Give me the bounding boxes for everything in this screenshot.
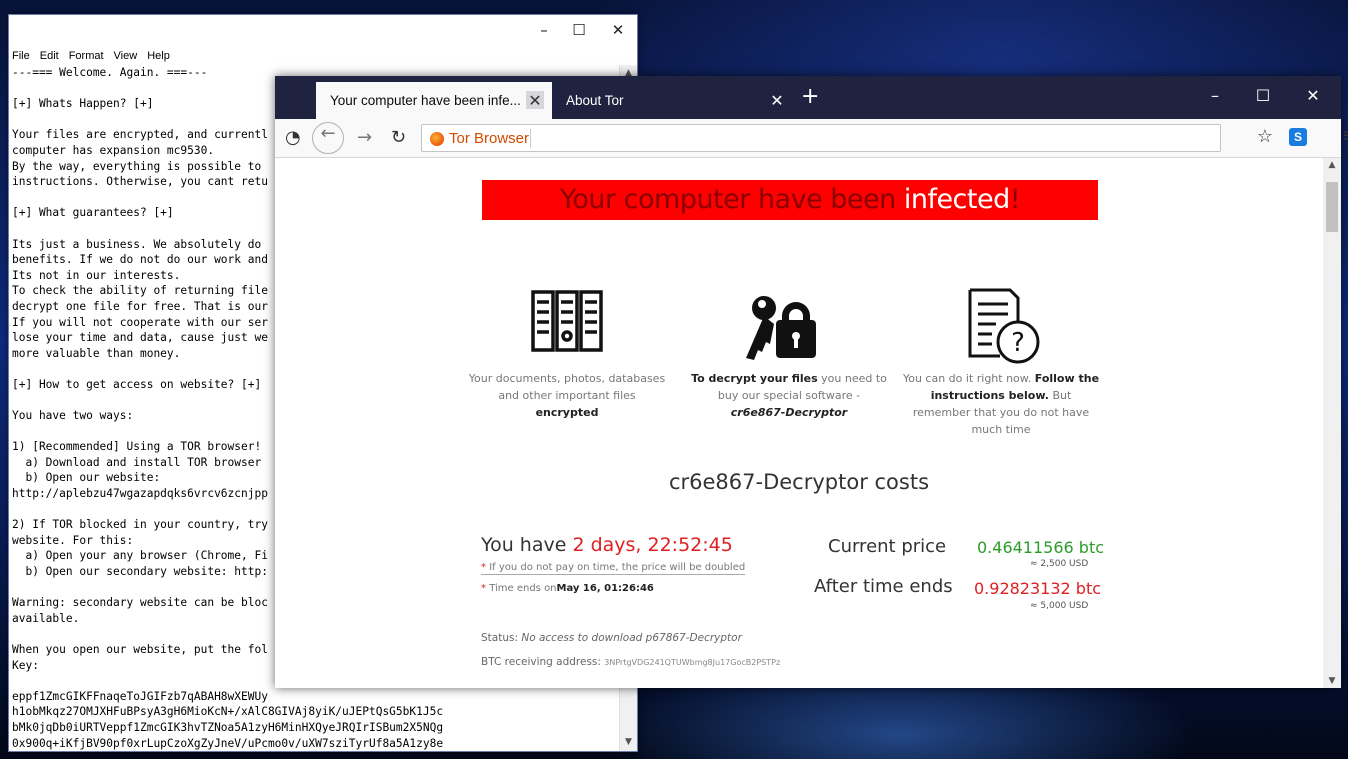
hamburger-menu-icon[interactable]: ≡ [1342, 125, 1348, 146]
note-text: If you do not pay on time, the price wil… [489, 562, 746, 573]
current-price-btc: 0.46411566 btc [977, 538, 1105, 557]
after-time-label: After time ends [814, 576, 953, 597]
tab-close-icon[interactable]: ✕ [526, 91, 544, 110]
banner-exclamation: ! [1009, 184, 1021, 215]
notepad-line: eppf1ZmcGIKFFnaqeToJGIFzb7qABAH8wXEWUy [12, 689, 268, 703]
maximize-icon[interactable]: ☐ [1243, 86, 1283, 105]
feature-text: You can do it right now. [902, 372, 1035, 385]
btc-address-line: BTC receiving address: 3NPrtgVDG241QTUWb… [481, 656, 780, 668]
current-price-usd: ≈ 2,500 USD [1030, 559, 1089, 569]
menu-file[interactable]: File [12, 50, 30, 62]
notepad-titlebar[interactable]: – ☐ ✕ [9, 15, 637, 47]
infected-banner: Your computer have been infected! [482, 180, 1098, 220]
tor-browser-icon [430, 131, 444, 146]
feature-decrypt [689, 286, 889, 371]
scroll-up-icon[interactable]: ▲ [1323, 160, 1341, 170]
scroll-down-icon[interactable]: ▼ [1323, 676, 1341, 686]
tor-browser-window: Your computer have been infe... ✕ About … [275, 76, 1348, 688]
current-price-label: Current price [828, 536, 947, 557]
tab-about-tor[interactable]: About Tor ✕ [552, 82, 794, 119]
feature-bold: To decrypt your files [691, 372, 818, 385]
maximize-icon[interactable]: ☐ [564, 21, 594, 41]
page-content: Your computer have been infected! Your d… [275, 158, 1323, 688]
close-icon[interactable]: ✕ [1293, 86, 1333, 105]
scrollbar-thumb[interactable] [1326, 182, 1338, 232]
server-icon [531, 290, 603, 352]
double-price-note: * If you do not pay on time, the price w… [481, 562, 746, 575]
tab-close-icon[interactable]: ✕ [768, 91, 786, 110]
feature-bold: encrypted [535, 406, 599, 419]
tab-label: Your computer have been infe... [330, 93, 521, 108]
status-line: Status: No access to download p67867-Dec… [481, 632, 742, 644]
new-tab-icon[interactable]: + [801, 84, 819, 109]
countdown-prefix: You have [481, 534, 573, 556]
onion-icon[interactable]: ◔ [285, 127, 301, 148]
status-label: Status: [481, 632, 522, 644]
notepad-menubar: File Edit Format View Help [9, 47, 637, 65]
note-text: Time ends on [489, 583, 557, 594]
notepad-line: bMk0jqDb0iURTVeppf1ZmcGIK3hvTZNoa5A1zyH6… [12, 720, 444, 734]
notepad-line: 0x900q+iKfjBV90pf0xrLupCzoXgZyJneV/uPcmo… [12, 736, 444, 750]
btc-label: BTC receiving address: [481, 656, 605, 668]
tab-label: About Tor [566, 93, 624, 108]
banner-highlight: infected [903, 184, 1010, 215]
tab-bar: Your computer have been infe... ✕ About … [275, 76, 1341, 119]
identity-label: Tor Browser [449, 130, 530, 147]
url-divider [530, 129, 531, 148]
status-value: No access to download p67867-Decryptor [521, 632, 742, 644]
feature-instructions: ? [901, 286, 1101, 369]
countdown: You have 2 days, 22:52:45 [481, 534, 733, 556]
after-time-btc: 0.92823132 btc [974, 579, 1102, 598]
url-input[interactable]: Tor Browser [421, 124, 1221, 152]
key-lock-icon [746, 296, 816, 360]
close-icon[interactable]: ✕ [603, 21, 633, 41]
extension-icon[interactable]: S [1289, 128, 1307, 146]
url-bar[interactable]: Tor Browser ☆ S ≡ [421, 124, 1348, 152]
feature-encrypted-text: Your documents, photos, databases and ot… [467, 370, 667, 421]
time-ends-value: May 16, 01:26:46 [556, 583, 654, 594]
feature-instructions-text: You can do it right now. Follow the inst… [901, 370, 1101, 438]
back-icon[interactable]: ← [312, 122, 344, 154]
notepad-line: h1obMkqz27OMJXHFuBPsyA3gH6MioKcN+/xAlC8G… [12, 705, 444, 719]
feature-text: Your documents, photos, databases and ot… [468, 372, 666, 402]
btc-address[interactable]: 3NPrtgVDG241QTUWbmg8Ju17GocB2PSTPz [604, 658, 780, 667]
after-time-usd: ≈ 5,000 USD [1030, 601, 1089, 611]
feature-decrypt-text: To decrypt your files you need to buy ou… [689, 370, 889, 421]
feature-encrypted [467, 286, 667, 361]
page-scrollbar[interactable]: ▲ ▼ [1323, 158, 1341, 688]
reload-icon[interactable]: ↻ [391, 127, 406, 148]
feature-italic: cr6e867-Decryptor [730, 406, 848, 419]
document-question-icon: ? [968, 288, 1040, 364]
identity-chip[interactable]: Tor Browser [430, 130, 529, 147]
menu-help[interactable]: Help [147, 50, 170, 62]
tab-ransom-page[interactable]: Your computer have been infe... ✕ [316, 82, 552, 119]
banner-text: Your computer have been [559, 184, 904, 215]
scroll-down-icon[interactable]: ▼ [620, 734, 637, 751]
bookmark-star-icon[interactable]: ☆ [1257, 126, 1273, 147]
navigation-toolbar: ◔ ← → ↻ Tor Browser ☆ S ≡ [275, 119, 1348, 158]
svg-text:?: ? [1011, 328, 1025, 358]
minimize-icon[interactable]: – [529, 21, 559, 41]
menu-view[interactable]: View [114, 50, 138, 62]
menu-edit[interactable]: Edit [40, 50, 59, 62]
cost-title: cr6e867-Decryptor costs [668, 470, 930, 494]
minimize-icon[interactable]: – [1195, 86, 1235, 105]
forward-icon[interactable]: → [357, 127, 372, 148]
countdown-value: 2 days, 22:52:45 [572, 534, 733, 556]
time-ends-note: * Time ends onMay 16, 01:26:46 [481, 583, 654, 594]
menu-format[interactable]: Format [69, 50, 104, 62]
